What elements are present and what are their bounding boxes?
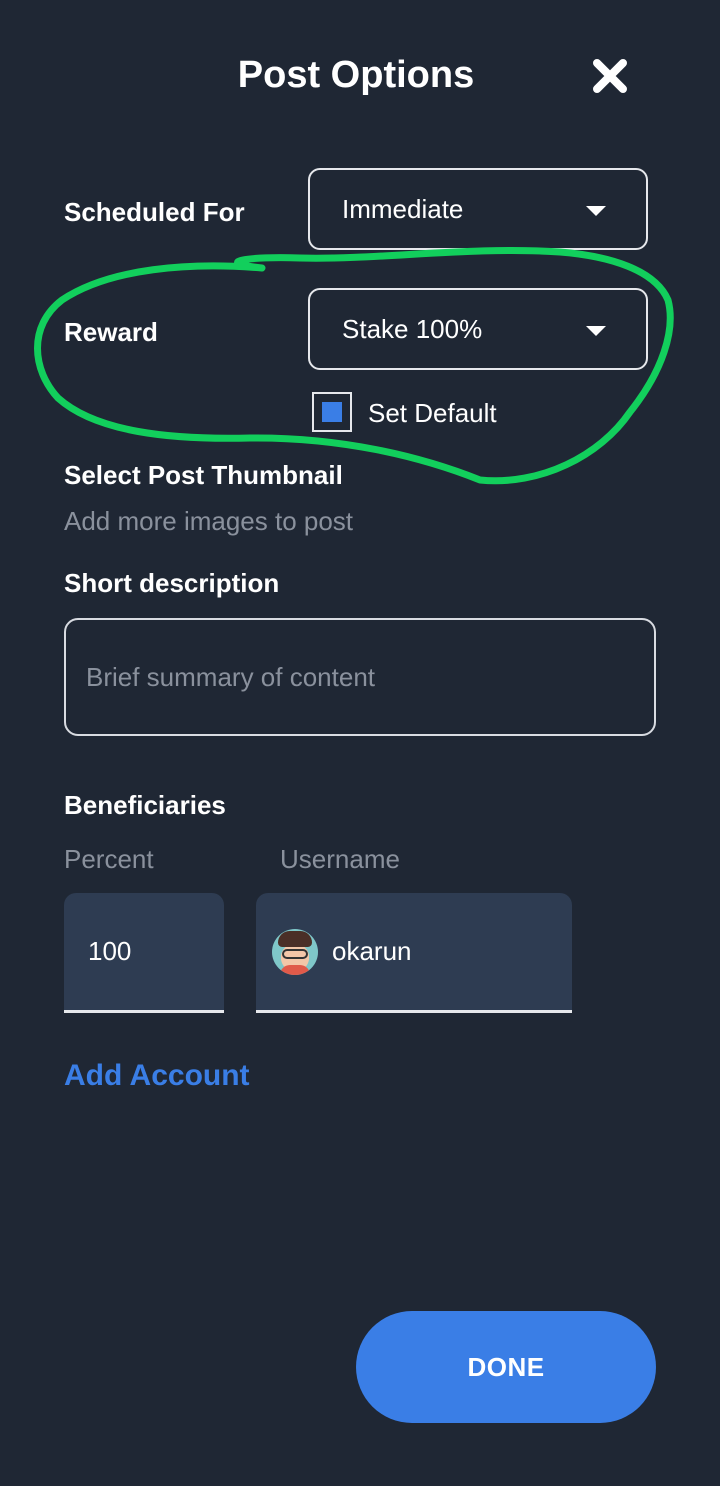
scheduled-for-label: Scheduled For	[64, 197, 245, 227]
beneficiary-username-input[interactable]: okarun	[256, 893, 572, 1013]
username-column-header: Username	[280, 844, 400, 874]
done-button-label: DONE	[467, 1351, 545, 1382]
beneficiary-percent-value: 100	[88, 936, 132, 966]
user-avatar	[272, 928, 318, 975]
reward-value: Stake 100%	[342, 313, 483, 344]
reward-label: Reward	[64, 317, 158, 347]
scheduled-for-value: Immediate	[342, 193, 464, 224]
caret-down-icon	[586, 326, 606, 336]
beneficiaries-label: Beneficiaries	[64, 790, 226, 820]
thumbnail-hint: Add more images to post	[64, 506, 354, 536]
set-default-checkbox[interactable]	[312, 392, 352, 432]
add-account-link[interactable]: Add Account	[64, 1056, 250, 1096]
reward-dropdown[interactable]: Stake 100%	[308, 288, 648, 370]
close-button[interactable]	[586, 54, 634, 98]
close-icon	[593, 59, 627, 93]
set-default-label: Set Default	[368, 398, 497, 428]
scheduled-for-dropdown[interactable]: Immediate	[308, 168, 648, 250]
short-description-label: Short description	[64, 568, 280, 598]
percent-column-header: Percent	[64, 844, 154, 874]
checkbox-checked-fill	[322, 402, 342, 422]
short-description-input[interactable]: Brief summary of content	[64, 618, 656, 736]
caret-down-icon	[586, 206, 606, 216]
beneficiary-username-value: okarun	[332, 936, 412, 966]
short-description-placeholder: Brief summary of content	[86, 661, 375, 692]
beneficiary-percent-input[interactable]: 100	[64, 893, 224, 1013]
done-button[interactable]: DONE	[356, 1311, 656, 1423]
thumbnail-label: Select Post Thumbnail	[64, 460, 343, 490]
